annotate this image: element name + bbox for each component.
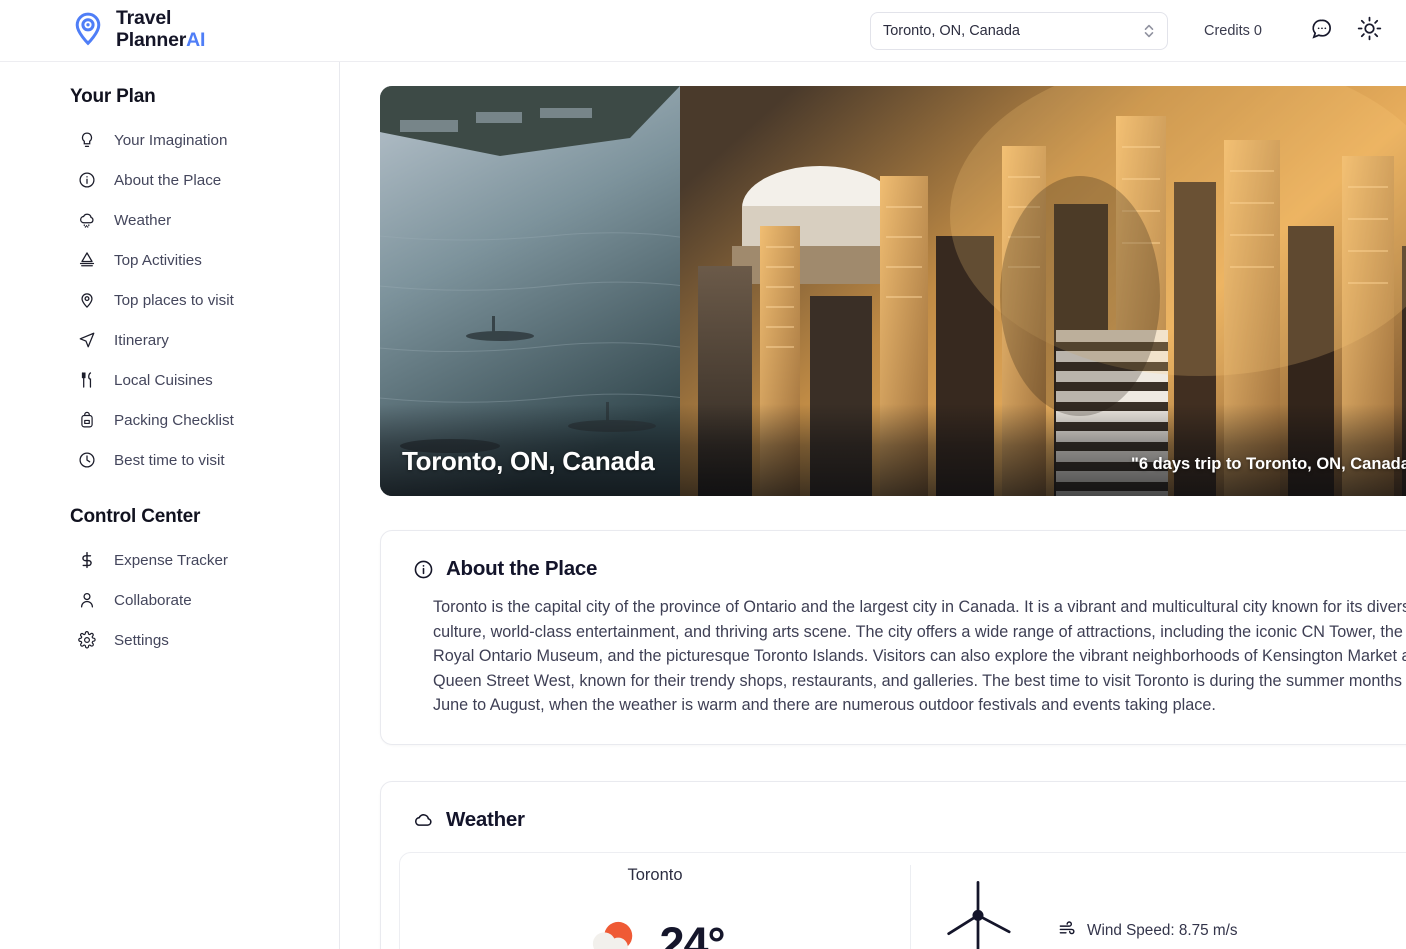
hero-city-title: Toronto, ON, Canada — [402, 446, 655, 476]
sidebar-item-label: Top Activities — [114, 251, 202, 269]
sidebar-item-label: Best time to visit — [114, 451, 225, 469]
sidebar-item-top-activities[interactable]: Top Activities — [0, 240, 339, 280]
sun-icon — [1357, 16, 1382, 46]
header-actions: Toronto, ON, Canada Credits 0 — [869, 0, 1386, 62]
main-content: Toronto, ON, Canada "6 days trip to Toro… — [341, 62, 1406, 949]
sidebar-item-label: Packing Checklist — [114, 411, 234, 429]
weather-card: Weather Toronto 24° Wind Speed: 8.75 m/s — [380, 780, 1406, 949]
sidebar-section-title-control-center: Control Center — [70, 506, 201, 527]
sidebar-item-top-places-to-visit[interactable]: Top places to visit — [0, 280, 339, 320]
sidebar-item-label: Collaborate — [114, 591, 192, 609]
about-the-place-card: About the Place Toronto is the capital c… — [380, 530, 1406, 745]
brand-ai-suffix: AI — [186, 29, 206, 51]
info-circle-icon — [78, 171, 96, 189]
sidebar-item-label: Expense Tracker — [114, 551, 228, 569]
sidebar-item-label: Itinerary — [114, 331, 169, 349]
user-icon — [78, 591, 96, 609]
chat-button[interactable] — [1304, 14, 1338, 48]
chat-bubble-icon — [1310, 17, 1333, 45]
wind-turbine-icon — [932, 875, 1024, 949]
destination-hero: Toronto, ON, Canada "6 days trip to Toro… — [380, 86, 1406, 496]
weather-temperature: 24° — [659, 918, 725, 949]
weather-card-title: Weather — [446, 807, 525, 831]
brand-line-2-wrap: PlannerAI — [116, 29, 205, 51]
sidebar-item-about-the-place[interactable]: About the Place — [0, 160, 339, 200]
sailboat-icon — [78, 251, 96, 269]
brand-logo[interactable]: Travel PlannerAI — [70, 7, 205, 51]
fork-knife-icon — [78, 371, 96, 389]
about-card-header: About the Place — [381, 531, 1406, 581]
wind-speed-stat: Wind Speed: 8.75 m/s — [1058, 919, 1238, 943]
weather-current: Toronto 24° — [400, 853, 910, 949]
wind-speed-label: Wind Speed: 8.75 m/s — [1087, 921, 1238, 939]
sidebar-item-label: Weather — [114, 211, 172, 229]
weather-details: Wind Speed: 8.75 m/s — [910, 853, 1406, 949]
sidebar-item-packing-checklist[interactable]: Packing Checklist — [0, 400, 339, 440]
about-card-text: Toronto is the capital city of the provi… — [433, 598, 1406, 715]
credits-label[interactable]: Credits 0 — [1204, 23, 1262, 39]
chevron-up-down-icon — [1142, 22, 1156, 40]
backpack-icon — [78, 411, 96, 429]
weather-summary-panel: Toronto 24° Wind Speed: 8.75 m/s — [399, 851, 1406, 949]
location-select-value: Toronto, ON, Canada — [882, 23, 1020, 39]
sidebar: Your Plan Your Imagination About the Pla… — [0, 62, 340, 949]
weather-card-header: Weather — [381, 782, 1406, 832]
sidebar-item-expense-tracker[interactable]: Expense Tracker — [0, 540, 339, 580]
sidebar-item-best-time-to-visit[interactable]: Best time to visit — [0, 440, 339, 480]
lightbulb-icon — [78, 131, 96, 149]
cloud-drizzle-icon — [78, 211, 96, 229]
hero-trip-caption: "6 days trip to Toronto, ON, Canada" — [1131, 455, 1406, 473]
sidebar-item-label: Your Imagination — [114, 131, 228, 149]
sun-behind-cloud-icon — [585, 914, 641, 949]
info-circle-icon — [413, 559, 434, 580]
theme-toggle-button[interactable] — [1352, 14, 1386, 48]
sidebar-item-label: Local Cuisines — [114, 371, 213, 389]
navigation-arrow-icon — [78, 331, 96, 349]
sidebar-item-your-imagination[interactable]: Your Imagination — [0, 120, 339, 160]
weather-temp-row: 24° — [585, 914, 726, 949]
location-pin-icon — [70, 11, 106, 47]
sidebar-item-label: Settings — [114, 631, 169, 649]
gear-icon — [78, 631, 96, 649]
wind-icon — [1058, 919, 1077, 943]
sidebar-item-local-cuisines[interactable]: Local Cuisines — [0, 360, 339, 400]
sidebar-item-collaborate[interactable]: Collaborate — [0, 580, 339, 620]
clock-icon — [78, 451, 96, 469]
brand-line-2: Planner — [116, 29, 187, 51]
app-header: Travel PlannerAI Toronto, ON, Canada Cre… — [0, 0, 1406, 62]
sidebar-item-itinerary[interactable]: Itinerary — [0, 320, 339, 360]
sidebar-item-weather[interactable]: Weather — [0, 200, 339, 240]
sidebar-item-label: Top places to visit — [114, 291, 234, 309]
sidebar-item-settings[interactable]: Settings — [0, 620, 339, 660]
brand-line-1: Travel — [116, 7, 172, 29]
weather-divider — [910, 864, 911, 949]
about-card-title: About the Place — [446, 557, 598, 580]
location-select[interactable]: Toronto, ON, Canada — [869, 12, 1168, 50]
cloud-icon — [413, 809, 434, 830]
map-pin-icon — [78, 291, 96, 309]
sidebar-item-label: About the Place — [114, 171, 222, 189]
weather-city-label: Toronto — [627, 865, 683, 884]
dollar-sign-icon — [78, 551, 96, 569]
sidebar-section-title-your-plan: Your Plan — [70, 86, 156, 107]
